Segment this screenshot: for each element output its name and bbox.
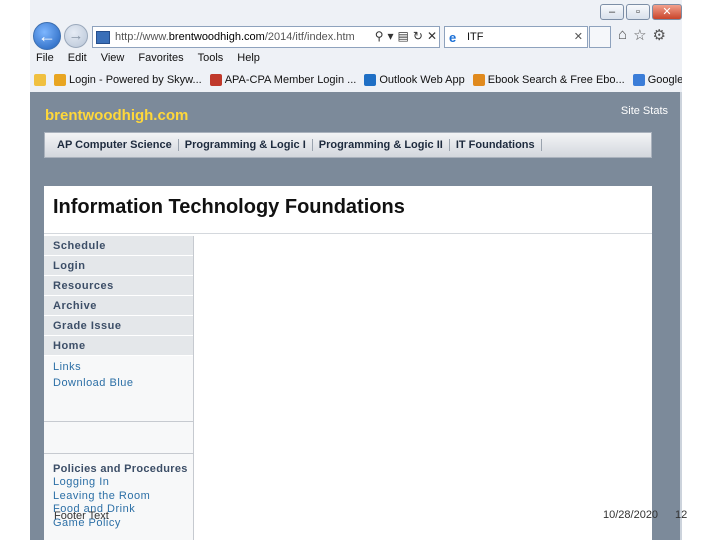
favorite-skyward[interactable]: Login - Powered by Skyw...	[54, 71, 202, 89]
menu-view[interactable]: View	[101, 52, 125, 68]
google-icon	[632, 74, 645, 86]
sidebar-spacer	[44, 422, 193, 454]
sidebar: Schedule Login Resources Archive Grade I…	[44, 236, 194, 540]
favorite-google[interactable]: Google	[632, 71, 682, 89]
favorite-ebook[interactable]: Ebook Search & Free Ebo...	[472, 71, 625, 89]
browser-window: – ▫ ✕ ← → http://www.brentwoodhigh.com/2…	[30, 0, 682, 540]
toolbar-icons: ⌂ ☆ ⚙	[618, 26, 666, 44]
menu-favorites[interactable]: Favorites	[138, 52, 183, 68]
gear-icon[interactable]: ⚙	[653, 26, 666, 44]
favorites-star-icon[interactable]: ☆	[633, 26, 646, 44]
sidebar-item-resources[interactable]: Resources	[44, 276, 193, 296]
close-window-icon[interactable]: ✕	[652, 4, 682, 20]
refresh-icon[interactable]: ↻	[413, 29, 423, 43]
menu-help[interactable]: Help	[237, 52, 260, 68]
policies-heading: Policies and Procedures	[53, 463, 188, 475]
title-divider	[44, 233, 652, 234]
course-programming-logic-2[interactable]: Programming & Logic II	[313, 139, 450, 151]
address-url: http://www.brentwoodhigh.com/2014/itf/in…	[115, 31, 355, 43]
tab-title: ITF	[467, 31, 484, 43]
menu-edit[interactable]: Edit	[68, 52, 87, 68]
favorite-outlook[interactable]: Outlook Web App	[364, 71, 465, 89]
site-name[interactable]: brentwoodhigh.com	[45, 107, 188, 124]
sidebar-links: Links Download Blue	[44, 356, 193, 422]
course-ap-computer-science[interactable]: AP Computer Science	[55, 139, 179, 151]
skyward-icon	[54, 74, 66, 86]
sidebar-item-archive[interactable]: Archive	[44, 296, 193, 316]
home-icon[interactable]: ⌂	[618, 26, 627, 44]
slide-footer-text: Footer Text	[54, 510, 109, 522]
new-tab-button[interactable]	[589, 26, 611, 48]
page-favicon-icon	[96, 31, 110, 44]
course-it-foundations[interactable]: IT Foundations	[450, 139, 542, 151]
slide-date: 10/28/2020	[603, 509, 659, 521]
site-stats-link[interactable]: Site Stats	[621, 105, 668, 117]
sidebar-link-links[interactable]: Links	[44, 359, 193, 375]
sidebar-item-grade-issue[interactable]: Grade Issue	[44, 316, 193, 336]
address-icons: ⚲ ▾ ▤ ↻ ✕	[375, 29, 437, 43]
close-tab-icon[interactable]: ✕	[574, 30, 583, 43]
course-nav: AP Computer Science Programming & Logic …	[44, 132, 652, 158]
favorites-bar: Login - Powered by Skyw... APA-CPA Membe…	[34, 71, 682, 89]
policy-leaving-the-room[interactable]: Leaving the Room	[44, 490, 193, 504]
ie-icon: e	[449, 30, 457, 45]
tab-itf[interactable]: e ITF ✕	[444, 26, 588, 48]
sidebar-item-home[interactable]: Home	[44, 336, 193, 356]
page-scrollbar[interactable]	[680, 92, 682, 540]
window-controls: – ▫ ✕	[600, 4, 682, 20]
page-title: Information Technology Foundations	[53, 196, 405, 218]
forward-arrow-icon[interactable]: →	[64, 24, 88, 48]
policy-logging-in[interactable]: Logging In	[44, 476, 193, 490]
sidebar-link-download-blue[interactable]: Download Blue	[44, 375, 193, 391]
favorites-bar-star-icon[interactable]	[34, 71, 46, 89]
maximize-icon[interactable]: ▫	[626, 4, 650, 20]
menu-tools[interactable]: Tools	[198, 52, 224, 68]
menu-bar: File Edit View Favorites Tools Help	[36, 52, 260, 68]
sidebar-item-login[interactable]: Login	[44, 256, 193, 276]
content-panel: Information Technology Foundations Sched…	[44, 186, 652, 540]
compatibility-icon[interactable]: ▤	[398, 29, 409, 43]
stop-icon[interactable]: ✕	[427, 29, 437, 43]
ebook-icon	[472, 74, 485, 86]
navigation-row: ← → http://www.brentwoodhigh.com/2014/it…	[30, 20, 682, 52]
address-bar[interactable]: http://www.brentwoodhigh.com/2014/itf/in…	[92, 26, 440, 48]
web-page: brentwoodhigh.com Site Stats AP Computer…	[30, 92, 680, 540]
search-icon[interactable]: ⚲	[375, 29, 384, 43]
favorite-apa-cpa[interactable]: APA-CPA Member Login ...	[209, 71, 356, 89]
policies-section: Policies and Procedures Logging In Leavi…	[44, 454, 193, 540]
dropdown-icon[interactable]: ▾	[388, 29, 394, 43]
slide-page-number: 12	[675, 509, 688, 521]
apa-cpa-icon	[209, 74, 222, 86]
minimize-icon[interactable]: –	[600, 4, 624, 20]
course-programming-logic-1[interactable]: Programming & Logic I	[179, 139, 313, 151]
menu-file[interactable]: File	[36, 52, 54, 68]
outlook-icon	[364, 74, 377, 86]
back-arrow-icon[interactable]: ←	[33, 22, 61, 50]
sidebar-item-schedule[interactable]: Schedule	[44, 236, 193, 256]
